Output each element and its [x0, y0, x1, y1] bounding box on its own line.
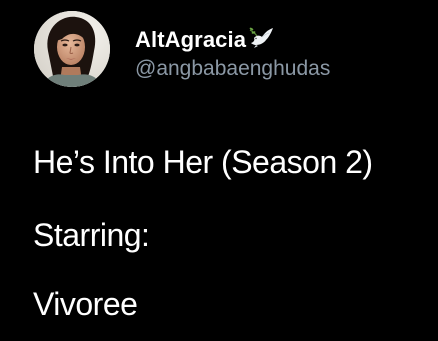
- tweet-text-line: Vivoree: [33, 286, 138, 322]
- author-handle[interactable]: @angbabaenghudas: [135, 55, 330, 83]
- author-name-row[interactable]: AltAgracia: [135, 25, 276, 55]
- tweet: AltAgracia @angbabaenghudas He’s Into He…: [0, 0, 438, 341]
- tweet-text-line: Starring:: [33, 217, 150, 253]
- dove-icon: [248, 26, 276, 50]
- avatar[interactable]: [34, 11, 110, 87]
- avatar-photo: [34, 11, 110, 87]
- display-name[interactable]: AltAgracia: [135, 25, 246, 55]
- tweet-text-line: He’s Into Her (Season 2): [33, 144, 373, 180]
